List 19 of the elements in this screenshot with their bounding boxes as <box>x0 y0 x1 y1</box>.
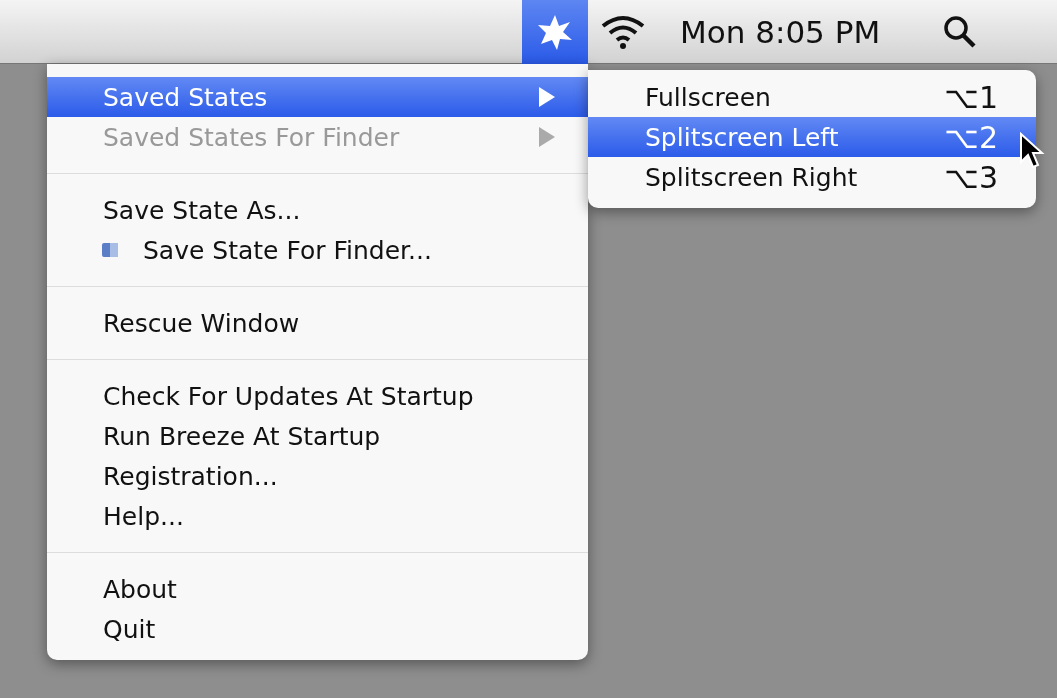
submenu-item[interactable]: Splitscreen Left ⌥2 <box>588 117 1036 157</box>
menu-item[interactable]: Saved States <box>47 77 588 117</box>
submenu-item[interactable]: Fullscreen ⌥1 <box>588 77 1036 117</box>
menu-item[interactable]: Registration... <box>47 456 588 496</box>
menu-item[interactable]: Rescue Window <box>47 303 588 343</box>
menu-item[interactable]: Quit <box>47 609 588 649</box>
menu-item[interactable]: Check For Updates At Startup <box>47 376 588 416</box>
shortcut: ⌥1 <box>944 79 998 115</box>
clock[interactable]: Mon 8:05 PM <box>680 13 881 50</box>
submenu-item[interactable]: Splitscreen Right ⌥3 <box>588 157 1036 197</box>
triangle-icon <box>538 126 556 148</box>
shortcut: ⌥3 <box>944 159 998 195</box>
menu-item[interactable]: Help... <box>47 496 588 536</box>
menu-item[interactable]: Save State For Finder... <box>47 230 588 270</box>
menu-item[interactable]: Run Breeze At Startup <box>47 416 588 456</box>
shortcut: ⌥2 <box>944 119 998 155</box>
menu-item[interactable]: About <box>47 569 588 609</box>
triangle-icon <box>538 86 556 108</box>
menu-item[interactable]: Save State As... <box>47 190 588 230</box>
